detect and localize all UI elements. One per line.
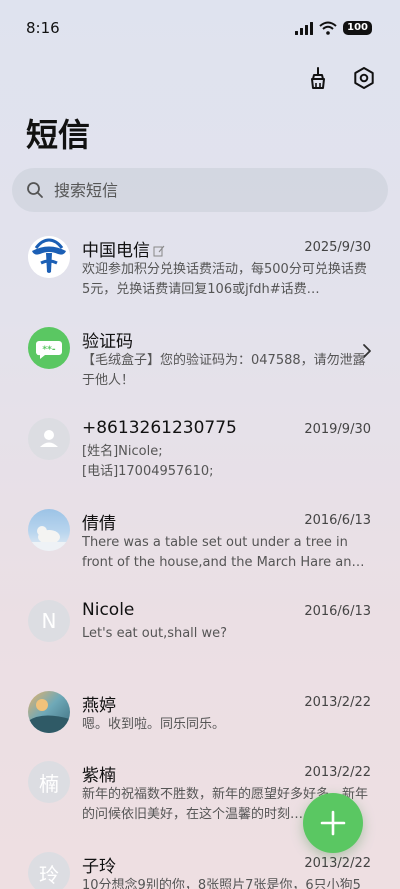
- message-row[interactable]: 中国电信 2025/9/30 欢迎参加积分兑换话费活动，每500分可兑换话费5元…: [0, 224, 400, 315]
- message-preview: 10分想念9别的你，8张照片7张是你，6只小狗5只像你，4根骨头3根归你，2瓜着…: [82, 878, 361, 889]
- plus-icon: [320, 810, 346, 836]
- contact-photo-polar-bear: [28, 509, 70, 551]
- contact-initial-avatar: 楠: [28, 761, 70, 803]
- new-message-button[interactable]: [303, 793, 363, 853]
- status-time: 8:16: [26, 19, 60, 37]
- message-preview: 欢迎参加积分兑换话费活动，每500分可兑换话费5元，兑换话费请回复106或jfd…: [82, 262, 367, 297]
- verification-code-icon: **-: [28, 327, 70, 369]
- message-date: 2013/2/22: [304, 695, 371, 710]
- contact-name: 紫楠: [82, 766, 116, 786]
- status-icons: 100: [295, 21, 372, 35]
- contact-name: 中国电信: [82, 236, 165, 261]
- message-row[interactable]: 燕婷 2013/2/22 嗯。收到啦。同乐同乐。: [0, 679, 400, 749]
- battery-icon: 100: [343, 21, 372, 35]
- toolbar: [304, 64, 378, 92]
- svg-text:**-: **-: [42, 345, 55, 355]
- contact-photo-landscape: [28, 691, 70, 733]
- chevron-right-icon: [363, 344, 371, 358]
- verified-edit-icon: [153, 245, 165, 257]
- signal-icon: [295, 21, 314, 35]
- message-row[interactable]: +8613261230775 2019/9/30 [姓名]Nicole; [电话…: [0, 406, 400, 497]
- message-row[interactable]: 倩倩 2016/6/13 There was a table set out u…: [0, 497, 400, 588]
- page-title: 短信: [26, 116, 91, 154]
- message-date: 2019/9/30: [304, 422, 371, 437]
- broom-icon[interactable]: [304, 64, 332, 92]
- message-date: 2016/6/13: [304, 604, 371, 619]
- message-date: 2016/6/13: [304, 513, 371, 528]
- message-preview: Let's eat out,shall we?: [82, 626, 228, 641]
- contact-name: Nicole: [82, 600, 135, 620]
- default-contact-icon: [28, 418, 70, 460]
- contact-name: 燕婷: [82, 696, 116, 716]
- search-bar[interactable]: [12, 168, 388, 212]
- message-row[interactable]: N Nicole 2016/6/13 Let's eat out,shall w…: [0, 588, 400, 679]
- contact-name: +8613261230775: [82, 418, 237, 438]
- contact-name: 子玲: [82, 857, 116, 877]
- search-input[interactable]: [54, 180, 354, 200]
- message-row-verification-folder[interactable]: **- 验证码 【毛绒盒子】您的验证码为：047588，请勿泄露于他人！: [0, 315, 400, 406]
- message-date: 2013/2/22: [304, 856, 371, 871]
- search-icon: [27, 182, 43, 198]
- message-list: 中国电信 2025/9/30 欢迎参加积分兑换话费活动，每500分可兑换话费5元…: [0, 224, 400, 889]
- china-telecom-logo-icon: [28, 236, 70, 278]
- contact-initial-avatar: N: [28, 600, 70, 642]
- gear-icon[interactable]: [350, 64, 378, 92]
- contact-initial-avatar: 玲: [28, 852, 70, 889]
- contact-name: 验证码: [82, 332, 133, 352]
- message-preview: 【毛绒盒子】您的验证码为：047588，请勿泄露于他人！: [82, 353, 366, 388]
- message-preview: There was a table set out under a tree i…: [82, 535, 365, 570]
- message-date: 2013/2/22: [304, 765, 371, 780]
- message-preview: 嗯。收到啦。同乐同乐。: [82, 717, 226, 732]
- message-date: 2025/9/30: [304, 240, 371, 255]
- message-preview: [姓名]Nicole; [电话]17004957610;: [82, 444, 214, 479]
- wifi-icon: [319, 21, 337, 35]
- contact-name: 倩倩: [82, 514, 116, 534]
- status-bar: 8:16 100: [0, 0, 400, 56]
